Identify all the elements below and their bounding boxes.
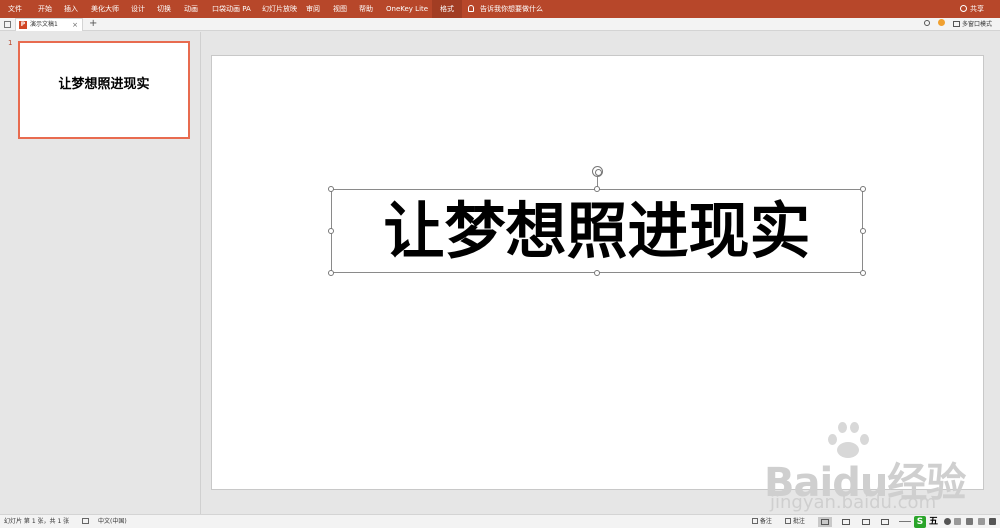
reading-view-button[interactable] bbox=[859, 517, 873, 527]
thumbnail-number: 1 bbox=[8, 39, 13, 47]
resize-handle-top[interactable] bbox=[594, 186, 600, 192]
slide-thumbnail-pane: 1 让梦想照进现实 bbox=[0, 32, 201, 514]
search-icon[interactable] bbox=[924, 18, 930, 31]
toolbox-icon[interactable] bbox=[989, 518, 996, 525]
input-method-toolbar[interactable]: S 五 bbox=[914, 515, 1000, 528]
punctuation-icon[interactable] bbox=[954, 518, 961, 525]
resize-handle-bottom[interactable] bbox=[594, 270, 600, 276]
slide-sorter-icon bbox=[842, 519, 850, 525]
spellcheck-icon[interactable] bbox=[82, 515, 89, 528]
window-icon bbox=[953, 21, 960, 27]
baidu-watermark: Baidu经验 jingyan.baidu.com bbox=[764, 420, 974, 515]
share-button[interactable]: 共享 bbox=[960, 0, 984, 18]
close-tab-icon[interactable]: × bbox=[72, 19, 78, 31]
status-bar: 幻灯片 第 1 张，共 1 张 中文(中国) 备注 批注 S 五 bbox=[0, 514, 1000, 528]
tab-format[interactable]: 格式 bbox=[432, 0, 462, 18]
slide-sorter-button[interactable] bbox=[839, 517, 853, 527]
document-tab[interactable]: P 演示文稿1 × bbox=[15, 18, 83, 31]
comment-icon bbox=[785, 518, 791, 524]
thumbnail-title: 让梦想照进现实 bbox=[58, 77, 150, 92]
tab-review[interactable]: 审阅 bbox=[306, 0, 320, 18]
moon-icon[interactable] bbox=[944, 518, 951, 525]
multi-window-label: 多窗口模式 bbox=[962, 21, 993, 28]
tab-beautify-master[interactable]: 美化大师 bbox=[91, 0, 119, 18]
ime-mode-label[interactable]: 五 bbox=[929, 515, 938, 528]
comments-button[interactable]: 批注 bbox=[785, 515, 805, 528]
tab-home[interactable]: 开始 bbox=[38, 0, 52, 18]
notes-icon bbox=[752, 518, 758, 524]
tab-animations[interactable]: 动画 bbox=[184, 0, 198, 18]
document-name: 演示文稿1 bbox=[30, 21, 58, 28]
slide-counter: 幻灯片 第 1 张，共 1 张 bbox=[4, 518, 70, 525]
slide-title[interactable]: 让梦想照进现实 bbox=[332, 199, 862, 265]
language-indicator[interactable]: 中文(中国) bbox=[98, 515, 127, 528]
resize-handle-bottom-right[interactable] bbox=[860, 270, 866, 276]
tab-view[interactable]: 视图 bbox=[333, 0, 347, 18]
powerpoint-icon: P bbox=[19, 21, 27, 29]
settings-icon[interactable] bbox=[938, 18, 945, 31]
keyboard-icon[interactable] bbox=[966, 518, 973, 525]
tab-insert[interactable]: 插入 bbox=[64, 0, 78, 18]
comments-label: 批注 bbox=[792, 518, 805, 525]
tab-design[interactable]: 设计 bbox=[131, 0, 145, 18]
rotate-handle[interactable] bbox=[592, 166, 603, 177]
resize-handle-bottom-left[interactable] bbox=[328, 270, 334, 276]
resize-handle-left[interactable] bbox=[328, 228, 334, 234]
slideshow-icon bbox=[881, 519, 889, 525]
slide-thumbnail[interactable]: 让梦想照进现实 bbox=[18, 41, 190, 139]
sogou-ime-icon[interactable]: S bbox=[914, 516, 926, 528]
resize-handle-top-left[interactable] bbox=[328, 186, 334, 192]
resize-handle-top-right[interactable] bbox=[860, 186, 866, 192]
resize-handle-right[interactable] bbox=[860, 228, 866, 234]
tab-help[interactable]: 帮助 bbox=[359, 0, 373, 18]
slideshow-button[interactable] bbox=[878, 517, 892, 527]
tab-transitions[interactable]: 切换 bbox=[157, 0, 171, 18]
tell-me-label: 告诉我你想要做什么 bbox=[480, 5, 543, 13]
watermark-url: jingyan.baidu.com bbox=[770, 492, 937, 513]
tab-pocket-animation[interactable]: 口袋动画 PA bbox=[212, 0, 251, 18]
title-textbox[interactable]: 让梦想照进现实 bbox=[331, 189, 863, 273]
tell-me-search[interactable]: 告诉我你想要做什么 bbox=[468, 0, 543, 18]
new-tab-button[interactable]: + bbox=[89, 17, 97, 30]
pane-toggle-icon[interactable] bbox=[4, 21, 11, 28]
notes-button[interactable]: 备注 bbox=[752, 515, 772, 528]
share-label: 共享 bbox=[970, 5, 984, 13]
lightbulb-icon bbox=[468, 5, 474, 12]
tab-file[interactable]: 文件 bbox=[8, 0, 22, 18]
multi-window-button[interactable]: 多窗口模式 bbox=[953, 18, 992, 31]
notes-label: 备注 bbox=[759, 518, 772, 525]
reading-view-icon bbox=[862, 519, 870, 525]
person-icon bbox=[960, 5, 967, 12]
tab-slideshow[interactable]: 幻灯片放映 bbox=[262, 0, 297, 18]
ribbon-tab-bar: 文件 开始 插入 美化大师 设计 切换 动画 口袋动画 PA 幻灯片放映 审阅 … bbox=[0, 0, 1000, 18]
normal-view-icon bbox=[821, 519, 829, 525]
document-tab-strip: P 演示文稿1 × + 多窗口模式 bbox=[0, 18, 1000, 31]
normal-view-button[interactable] bbox=[818, 517, 832, 527]
powerpoint-window: 文件 开始 插入 美化大师 设计 切换 动画 口袋动画 PA 幻灯片放映 审阅 … bbox=[0, 0, 1000, 528]
tab-onekey-lite[interactable]: OneKey Lite bbox=[386, 0, 428, 18]
skin-icon[interactable] bbox=[978, 518, 985, 525]
zoom-slider[interactable] bbox=[899, 521, 911, 522]
